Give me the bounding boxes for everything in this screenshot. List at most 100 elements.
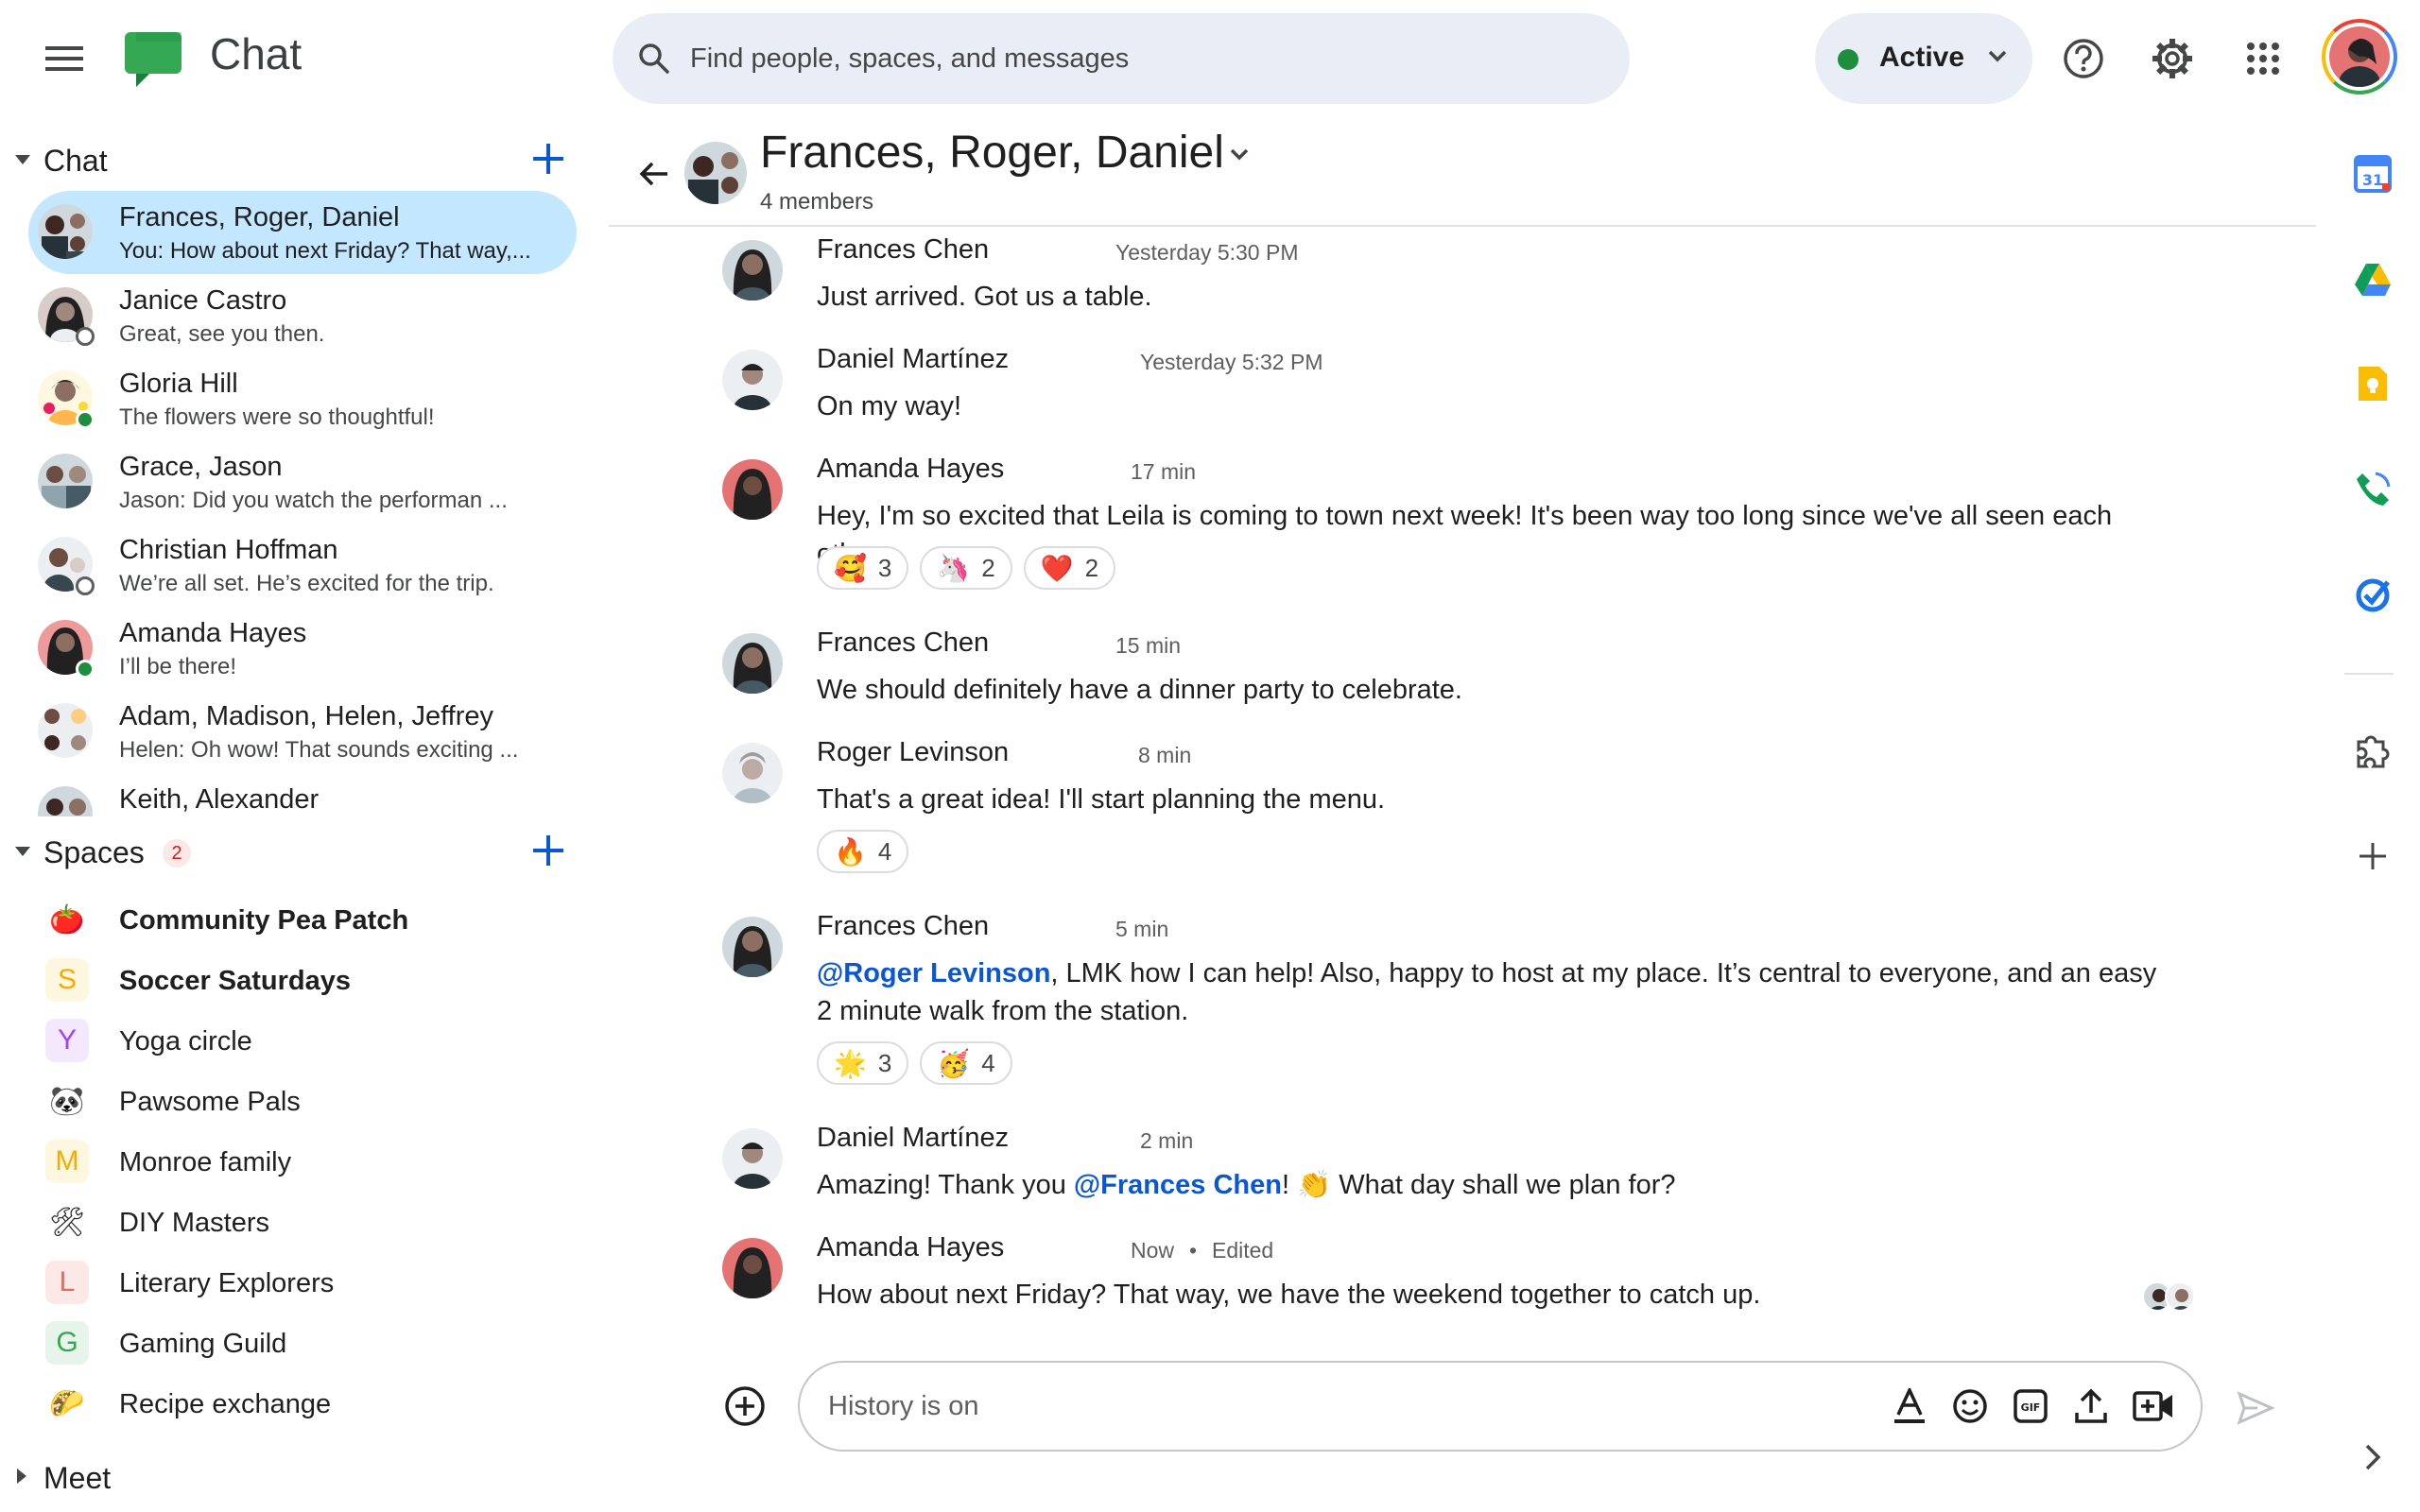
search-icon[interactable] xyxy=(631,36,677,81)
tasks-icon[interactable] xyxy=(2350,573,2395,618)
space-item[interactable]: L Literary Explorers xyxy=(28,1255,577,1312)
space-item[interactable]: 🌮 Recipe exchange xyxy=(28,1376,577,1433)
reaction-count: 3 xyxy=(877,553,892,582)
caret-down-icon[interactable] xyxy=(13,153,32,166)
chevron-down-icon[interactable] xyxy=(1229,147,1250,163)
emoji-icon[interactable] xyxy=(1949,1385,1991,1427)
conversation-header: Frances, Roger, Daniel 4 members xyxy=(609,119,2316,227)
apps-grid-icon[interactable] xyxy=(2233,28,2293,89)
chat-list-item[interactable]: Adam, Madison, Helen, Jeffrey Helen: Oh … xyxy=(28,690,577,773)
reaction-chip[interactable]: ❤️ 2 xyxy=(1023,546,1116,590)
edited-label: Edited xyxy=(1212,1238,1274,1263)
chat-list-item[interactable]: Grace, Jason Jason: Did you watch the pe… xyxy=(28,440,577,524)
tools-icon: 🛠 xyxy=(48,1206,86,1238)
chat-section-header[interactable]: Chat xyxy=(0,132,586,189)
space-item[interactable]: 🐼 Pawsome Pals xyxy=(28,1074,577,1130)
space-item[interactable]: G Gaming Guild xyxy=(28,1315,577,1372)
search-input[interactable] xyxy=(690,32,1598,85)
chat-list-item[interactable]: Amanda Hayes I’ll be there! xyxy=(28,607,577,690)
read-receipt-avatar xyxy=(2165,1281,2195,1312)
star-emoji-icon: 🌟 xyxy=(834,1048,867,1078)
avatar xyxy=(722,459,783,520)
mention-link[interactable]: @Frances Chen xyxy=(1074,1170,1282,1200)
caret-right-icon[interactable] xyxy=(15,1467,28,1486)
voice-phone-icon[interactable] xyxy=(2350,467,2395,512)
sender-name: Frances Chen xyxy=(817,234,990,265)
chat-preview: I’ll be there! xyxy=(119,654,237,679)
online-status-icon xyxy=(76,660,95,679)
space-name: Yoga circle xyxy=(119,1026,252,1057)
sender-name: Frances Chen xyxy=(817,627,990,658)
chat-name: Grace, Jason xyxy=(119,452,283,482)
chat-section-title: Chat xyxy=(43,144,108,178)
add-icon[interactable] xyxy=(2350,833,2395,879)
meet-section-header[interactable]: Meet xyxy=(0,1450,586,1506)
space-item[interactable]: S Soccer Saturdays xyxy=(28,953,577,1009)
reaction-chip[interactable]: 🥰 3 xyxy=(817,546,909,590)
reaction-chip[interactable]: 🌟 3 xyxy=(817,1041,909,1085)
top-bar: Chat Active xyxy=(0,0,2420,119)
spaces-section-header[interactable]: Spaces 2 xyxy=(0,824,586,881)
svg-text:31: 31 xyxy=(2362,171,2383,189)
gif-icon[interactable]: GIF xyxy=(2010,1385,2051,1427)
message-input[interactable] xyxy=(828,1380,1868,1433)
reaction-count: 2 xyxy=(981,553,995,582)
chat-list-item[interactable]: Janice Castro Great, see you then. xyxy=(28,274,577,357)
chat-preview: Jason: Did you watch the performan ... xyxy=(119,488,508,513)
message-text: @Roger Levinson, LMK how I can help! Als… xyxy=(817,954,2159,1030)
new-chat-plus-icon[interactable] xyxy=(529,140,575,185)
space-item[interactable]: 🍅 Community Pea Patch xyxy=(28,892,577,949)
space-item[interactable]: 🛠 DIY Masters xyxy=(28,1194,577,1251)
tomato-icon: 🍅 xyxy=(49,903,85,936)
chat-name: Gloria Hill xyxy=(119,369,238,399)
chat-preview: Great, see you then. xyxy=(119,321,325,347)
side-panel-rail: 31 xyxy=(2316,119,2420,1512)
add-video-meeting-icon[interactable] xyxy=(2131,1385,2176,1427)
chat-logo-icon[interactable] xyxy=(121,26,185,94)
gear-icon[interactable] xyxy=(2142,28,2203,89)
status-dropdown[interactable]: Active xyxy=(1815,13,2032,104)
taco-icon: 🌮 xyxy=(49,1387,85,1419)
chat-list-item[interactable]: Christian Hoffman We’re all set. He’s ex… xyxy=(28,524,577,607)
timestamp: 8 min xyxy=(1138,743,1192,767)
chat-list-item[interactable]: Keith, Alexander xyxy=(28,773,577,816)
back-arrow-icon[interactable] xyxy=(628,147,681,200)
chat-list: Frances, Roger, Daniel You: How about ne… xyxy=(0,191,605,816)
avatar xyxy=(722,350,783,410)
sender-name: Daniel Martínez xyxy=(817,344,1010,374)
spaces-section-title: Spaces xyxy=(43,835,145,869)
message-text: How about next Friday? That way, we have… xyxy=(817,1280,1761,1310)
message-text-before: Amazing! Thank you xyxy=(817,1170,1074,1200)
member-count: 4 members xyxy=(760,189,874,215)
search-bar[interactable] xyxy=(613,13,1630,104)
message-text: Amazing! Thank you @Frances Chen! 👏 What… xyxy=(817,1166,2159,1204)
avatar xyxy=(722,917,783,977)
reaction-chip[interactable]: 🥳 4 xyxy=(920,1041,1012,1085)
help-icon[interactable] xyxy=(2053,28,2114,89)
chat-list-item[interactable]: Gloria Hill The flowers were so thoughtf… xyxy=(28,357,577,440)
space-item[interactable]: Y Yoga circle xyxy=(28,1013,577,1070)
mention-link[interactable]: @Roger Levinson xyxy=(817,958,1050,988)
conversation-title[interactable]: Frances, Roger, Daniel xyxy=(760,127,1224,179)
keep-icon[interactable] xyxy=(2350,361,2395,406)
reaction-count: 2 xyxy=(1084,553,1099,582)
calendar-icon[interactable]: 31 xyxy=(2350,151,2395,197)
account-avatar[interactable] xyxy=(2322,19,2397,94)
addons-puzzle-icon[interactable] xyxy=(2350,728,2395,773)
add-attachment-plus-icon[interactable] xyxy=(720,1382,769,1431)
chevron-right-icon[interactable] xyxy=(2350,1435,2395,1480)
group-avatar xyxy=(38,204,93,259)
text-format-icon[interactable] xyxy=(1889,1385,1930,1427)
send-icon[interactable] xyxy=(2231,1383,2280,1433)
reaction-chip[interactable]: 🦄 2 xyxy=(920,546,1012,590)
timestamp: Yesterday 5:30 PM xyxy=(1115,240,1299,265)
new-space-plus-icon[interactable] xyxy=(529,832,575,877)
drive-icon[interactable] xyxy=(2350,257,2395,302)
space-item[interactable]: M Monroe family xyxy=(28,1134,577,1191)
reaction-chip[interactable]: 🔥 4 xyxy=(817,830,909,873)
chat-list-item[interactable]: Frances, Roger, Daniel You: How about ne… xyxy=(28,191,577,274)
chat-preview: We’re all set. He’s excited for the trip… xyxy=(119,571,494,596)
caret-down-icon[interactable] xyxy=(13,845,32,858)
menu-icon[interactable] xyxy=(34,28,95,89)
upload-icon[interactable] xyxy=(2070,1385,2112,1427)
